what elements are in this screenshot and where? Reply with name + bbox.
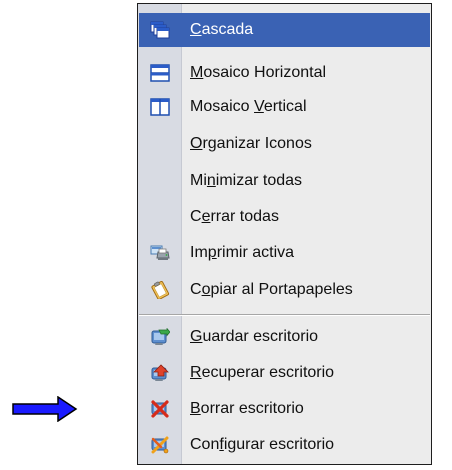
menu-item-label: Minimizar todas [190, 172, 303, 189]
menu-item-label: Mosaico Horizontal [190, 64, 327, 81]
menu-item-label: Organizar Iconos [190, 135, 312, 152]
menu-item-label: Mosaico Vertical [190, 98, 307, 115]
menu-item-label: Cerrar todas [190, 208, 279, 225]
print-icon [150, 244, 170, 262]
menu-item-label: Copiar al Portapapeles [190, 281, 353, 298]
menu-item-label: Borrar escritorio [190, 400, 304, 417]
menu-item-label: Recuperar escritorio [190, 364, 335, 381]
menu-item-copiar-portapapeles[interactable]: Copiar al Portapapeles [139, 273, 430, 307]
menu-item-mosaico-vertical[interactable]: Mosaico Vertical [139, 90, 430, 124]
restore-desktop-icon [150, 364, 170, 382]
menu-item-label: Guardar escritorio [190, 328, 319, 345]
menu-item-label: Cascada [190, 21, 254, 38]
menu-item-recuperar-escritorio[interactable]: Recuperar escritorio [139, 356, 430, 390]
menu-separator [139, 314, 430, 316]
menu-item-label: Imprimir activa [190, 244, 295, 261]
configure-desktop-icon [150, 436, 170, 454]
cascade-windows-icon [150, 21, 170, 39]
menu-item-borrar-escritorio[interactable]: Borrar escritorio [139, 392, 430, 426]
delete-desktop-icon [150, 400, 170, 418]
menu-item-organizar-iconos[interactable]: Organizar Iconos [139, 127, 430, 161]
tile-horizontal-icon [150, 64, 170, 82]
save-desktop-icon [150, 327, 171, 346]
menu-item-guardar-escritorio[interactable]: Guardar escritorio [139, 320, 430, 354]
menu-item-cascada[interactable]: Cascada [139, 13, 430, 47]
pointer-arrow-icon [12, 396, 78, 422]
clipboard-icon [150, 281, 170, 300]
menu-item-mosaico-horizontal[interactable]: Mosaico Horizontal [139, 56, 430, 90]
menu-item-imprimir-activa[interactable]: Imprimir activa [139, 236, 430, 270]
menu-item-configurar-escritorio[interactable]: Configurar escritorio [139, 428, 430, 462]
window-menu: Cascada Mosaico Horizontal Mosaico Verti… [137, 3, 432, 465]
menu-item-cerrar-todas[interactable]: Cerrar todas [139, 200, 430, 234]
menu-item-minimizar-todas[interactable]: Minimizar todas [139, 164, 430, 198]
menu-item-label: Configurar escritorio [190, 436, 335, 453]
tile-vertical-icon [150, 98, 170, 116]
